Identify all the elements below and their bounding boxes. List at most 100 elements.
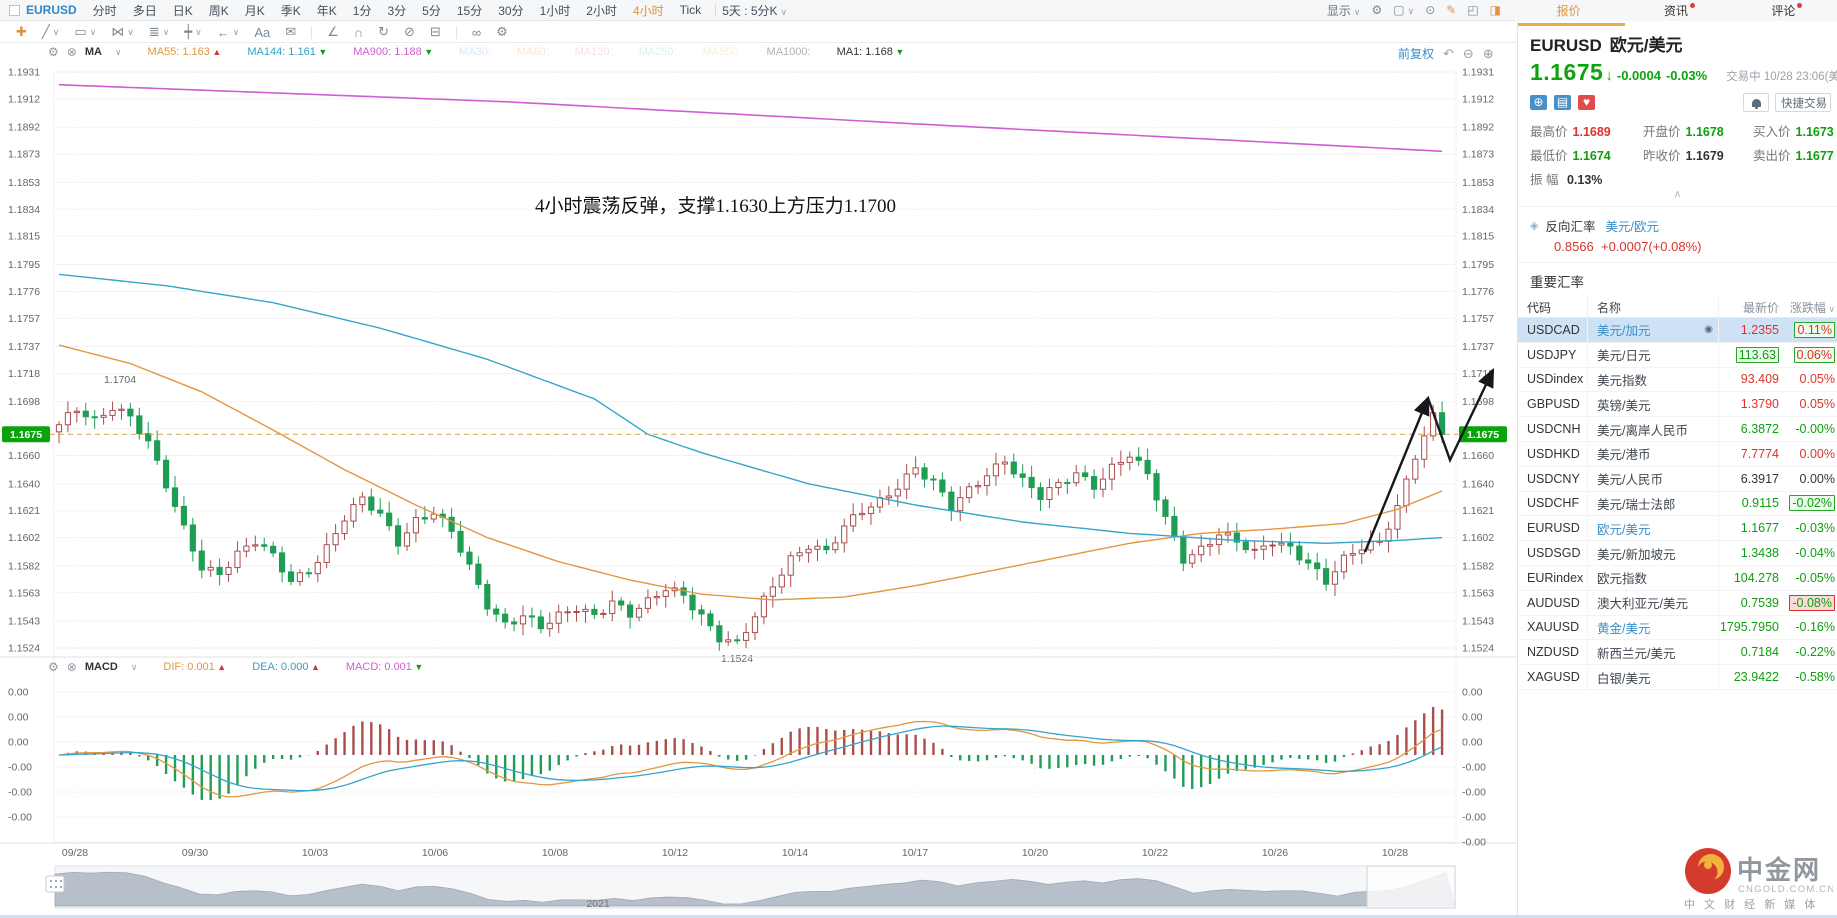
timeframe-年K[interactable]: 年K xyxy=(317,2,337,19)
fullscreen-icon[interactable]: ◰ xyxy=(1467,3,1478,17)
chart-canvas[interactable]: 1.1931 1.1931 1.1912 1.1912 1.1892 1.1892 1.18… xyxy=(0,60,1517,918)
camera-icon[interactable]: ⊙ xyxy=(1425,3,1435,17)
chevron-down-icon[interactable]: ∨ xyxy=(131,662,138,673)
table-row[interactable]: AUDUSD 澳大利亚元/美元 0.7539 -0.08% xyxy=(1518,590,1837,616)
column-header-代码[interactable]: 代码 xyxy=(1518,297,1588,317)
panel-toggle-icon[interactable]: ◨ xyxy=(1490,3,1501,17)
table-row[interactable]: XAGUSD 白银/美元 23.9422 -0.58% xyxy=(1518,665,1837,690)
timeframe-2小时[interactable]: 2小时 xyxy=(586,2,617,19)
timeframe-3分[interactable]: 3分 xyxy=(387,2,406,19)
timeframe-4小时[interactable]: 4小时 xyxy=(633,2,664,19)
sync-drawings-tool[interactable]: ↻ xyxy=(378,24,389,40)
timeframe-Tick[interactable]: Tick xyxy=(680,3,702,17)
draw-pencil-icon[interactable]: ✎ xyxy=(1446,3,1456,17)
timeframe-1分[interactable]: 1分 xyxy=(353,2,372,19)
compare-tool[interactable]: ∞ xyxy=(472,25,481,40)
timeframe-多日[interactable]: 多日 xyxy=(133,2,157,19)
news-icon[interactable]: ▤ xyxy=(1554,95,1571,110)
indicator-settings-icon[interactable]: ⚙ xyxy=(48,660,59,674)
globe-icon[interactable]: ⊕ xyxy=(1530,95,1547,110)
chart-settings-icon[interactable]: ⚙ xyxy=(496,24,508,40)
table-row[interactable]: USDSGD 美元/新加坡元 1.3438 -0.04% xyxy=(1518,541,1837,566)
alert-bell-button[interactable] xyxy=(1743,93,1769,112)
eye-icon[interactable]: ◉ xyxy=(1704,324,1713,335)
timeframe-日K[interactable]: 日K xyxy=(173,2,193,19)
table-row[interactable]: EURUSD 欧元/美元 1.1677 -0.03% xyxy=(1518,516,1837,542)
composite-period-select[interactable]: 5天 : 5分K ∨ xyxy=(722,2,787,19)
move-tool[interactable]: ✚ xyxy=(16,24,27,40)
symbol-label[interactable]: EURUSD xyxy=(26,3,77,17)
table-row[interactable]: EURindex 欧元指数 104.278 -0.05% xyxy=(1518,565,1837,591)
timeframe-15分[interactable]: 15分 xyxy=(457,2,482,19)
pattern-xabcd-tool[interactable]: ⋈ ∨ xyxy=(111,24,134,40)
magnet-tool[interactable]: ∩ xyxy=(354,25,363,40)
indicator-close-icon[interactable]: ⊗ xyxy=(67,45,77,59)
indicator-name[interactable]: MACD xyxy=(85,661,118,673)
table-row[interactable]: USDindex 美元指数 93.409 0.05% xyxy=(1518,367,1837,393)
pair-name[interactable]: 澳大利亚元/美元 xyxy=(1588,590,1719,615)
pair-name[interactable]: 美元指数 xyxy=(1588,367,1719,392)
pair-name[interactable]: 黄金/美元 xyxy=(1588,615,1719,640)
shape-tool[interactable]: ▭ ∨ xyxy=(74,24,96,40)
pair-name[interactable]: 白银/美元 xyxy=(1588,665,1719,689)
table-row[interactable]: USDCAD 美元/加元 ◉ 1.2355 0.11% xyxy=(1518,318,1837,343)
timeframe-周K[interactable]: 周K xyxy=(209,2,229,19)
indicator-name[interactable]: MA xyxy=(85,46,102,58)
navigator-handle[interactable] xyxy=(45,875,65,893)
timeframe-月K[interactable]: 月K xyxy=(245,2,265,19)
collapse-chevron-icon[interactable]: ∧ xyxy=(1518,190,1837,204)
comment-tool[interactable]: ✉ xyxy=(285,24,296,40)
quick-trade-button[interactable]: 快捷交易 xyxy=(1775,93,1831,112)
pair-name[interactable]: 欧元指数 xyxy=(1588,565,1719,590)
undo-icon[interactable]: ↶ xyxy=(1443,46,1454,62)
delete-drawings-tool[interactable]: ⊟ xyxy=(430,24,441,40)
tab-资讯[interactable]: 资讯 xyxy=(1622,2,1729,19)
tab-报价[interactable]: 报价 xyxy=(1515,2,1622,19)
trend-line-tool[interactable]: ╱ ∨ xyxy=(42,24,59,40)
favorite-heart-icon[interactable]: ♥ xyxy=(1578,95,1595,110)
tab-评论[interactable]: 评论 xyxy=(1730,2,1837,19)
indicator-settings-icon[interactable]: ⚙ xyxy=(48,45,59,59)
adjust-mode-label[interactable]: 前复权 xyxy=(1398,45,1434,62)
indicator-close-icon[interactable]: ⊗ xyxy=(67,660,77,674)
hide-drawings-tool[interactable]: ⊘ xyxy=(404,24,415,40)
settings-icon[interactable]: ⚙ xyxy=(1371,3,1382,17)
pair-name[interactable]: 英镑/美元 xyxy=(1588,392,1719,417)
pair-name[interactable]: 美元/加元 ◉ xyxy=(1588,318,1719,342)
column-header-最新价[interactable]: 最新价 xyxy=(1719,299,1783,316)
timeframe-分时[interactable]: 分时 xyxy=(93,2,117,19)
pair-name[interactable]: 美元/离岸人民币 xyxy=(1588,417,1719,441)
navigator-window[interactable] xyxy=(1366,865,1456,909)
pair-name[interactable]: 美元/港币 xyxy=(1588,441,1719,466)
table-row[interactable]: USDCNY 美元/人民币 6.3917 0.00% xyxy=(1518,466,1837,492)
reverse-pair-link[interactable]: 美元/欧元 xyxy=(1605,216,1658,235)
column-header-涨跌幅[interactable]: 涨跌幅 ∨ xyxy=(1783,299,1837,316)
pair-name[interactable]: 美元/瑞士法郎 xyxy=(1588,491,1719,516)
gann-lines-tool[interactable]: ≣ ∨ xyxy=(149,24,170,40)
window-icon[interactable] xyxy=(9,4,20,16)
fib-tool[interactable]: ┿ ∨ xyxy=(184,24,201,40)
pair-name[interactable]: 美元/人民币 xyxy=(1588,466,1719,491)
pair-name[interactable]: 美元/日元 xyxy=(1588,342,1719,367)
zoom-out-icon[interactable]: ⊖ xyxy=(1463,46,1474,62)
text-tool[interactable]: Aa xyxy=(254,25,270,40)
column-header-名称[interactable]: 名称 xyxy=(1588,297,1719,317)
arrow-tool[interactable]: ← ∨ xyxy=(217,25,240,40)
timeframe-5分[interactable]: 5分 xyxy=(422,2,441,19)
timeframe-季K[interactable]: 季K xyxy=(281,2,301,19)
angle-tool[interactable]: ∠ xyxy=(327,24,339,40)
timeframe-1小时[interactable]: 1小时 xyxy=(540,2,571,19)
display-dropdown[interactable]: 显示 ∨ xyxy=(1327,2,1361,19)
table-row[interactable]: USDJPY 美元/日元 113.63 0.06% xyxy=(1518,342,1837,368)
table-row[interactable]: USDHKD 美元/港币 7.7774 0.00% xyxy=(1518,441,1837,467)
table-row[interactable]: NZDUSD 新西兰元/美元 0.7184 -0.22% xyxy=(1518,640,1837,666)
table-row[interactable]: GBPUSD 英镑/美元 1.3790 0.05% xyxy=(1518,392,1837,418)
pair-name[interactable]: 新西兰元/美元 xyxy=(1588,640,1719,665)
timeframe-30分[interactable]: 30分 xyxy=(498,2,523,19)
table-row[interactable]: USDCNH 美元/离岸人民币 6.3872 -0.00% xyxy=(1518,417,1837,442)
pair-name[interactable]: 美元/新加坡元 xyxy=(1588,541,1719,565)
chevron-down-icon[interactable]: ∨ xyxy=(115,47,122,58)
zoom-in-icon[interactable]: ⊕ xyxy=(1483,46,1494,62)
table-row[interactable]: XAUUSD 黄金/美元 1795.7950 -0.16% xyxy=(1518,615,1837,641)
table-row[interactable]: USDCHF 美元/瑞士法郎 0.9115 -0.02% xyxy=(1518,491,1837,517)
